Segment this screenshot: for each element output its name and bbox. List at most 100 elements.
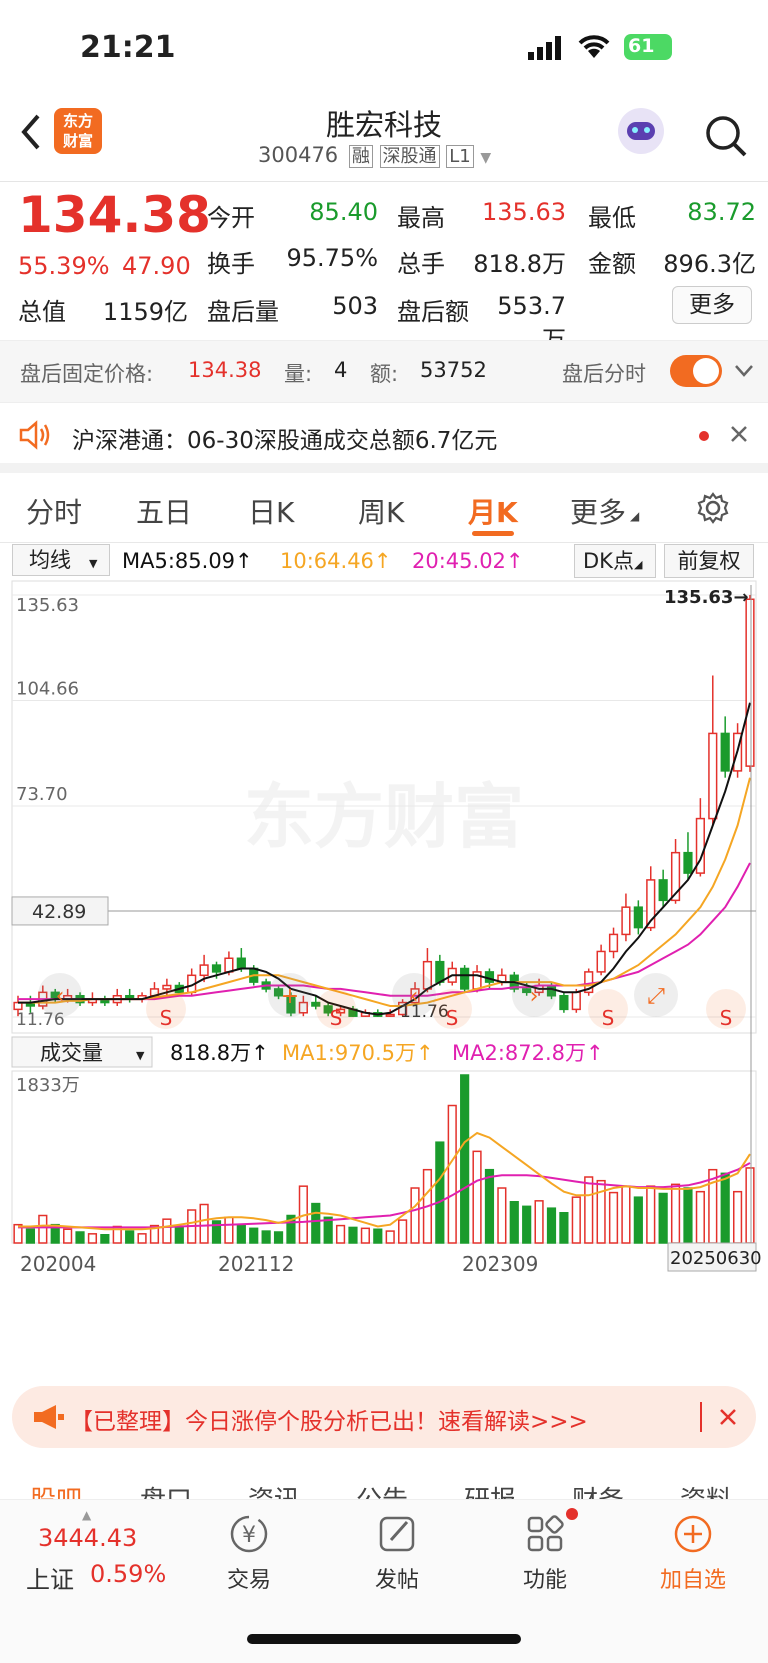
subtab-news[interactable]: 资讯	[248, 1480, 300, 1499]
caret-up-icon[interactable]: ▲	[82, 1508, 91, 1522]
megaphone-icon	[32, 1404, 66, 1434]
tab-five-day[interactable]: 五日	[136, 491, 192, 531]
subtab-finance[interactable]: 财务	[572, 1480, 624, 1499]
subtab-guba[interactable]: 股吧	[30, 1480, 82, 1499]
chevron-down-icon[interactable]	[734, 363, 754, 382]
price-axis-73: 73.70	[16, 784, 68, 805]
chart-nav-icon: ›	[530, 984, 539, 1009]
candle-body	[571, 991, 581, 1011]
current-price: 134.38	[18, 186, 211, 244]
tab-intraday[interactable]: 分时	[26, 491, 82, 531]
wifi-icon	[577, 34, 611, 64]
volume-bar	[472, 1150, 482, 1244]
volume-bar	[100, 1234, 110, 1244]
field-high-value: 135.63	[482, 198, 566, 226]
volume-bar	[273, 1231, 284, 1244]
candle-body	[211, 964, 222, 973]
price-axis-104: 104.66	[16, 679, 79, 700]
field-open-value: 85.40	[309, 198, 378, 226]
field-low-value: 83.72	[687, 198, 756, 226]
tab-monthly-k[interactable]: 月K	[468, 491, 518, 531]
volume-bar	[38, 1214, 48, 1244]
index-value: 3444.43	[38, 1524, 138, 1552]
search-icon[interactable]	[704, 114, 748, 162]
volume-bar	[497, 1187, 507, 1244]
candle-body	[720, 732, 730, 772]
subtab-research[interactable]: 研报	[464, 1480, 516, 1499]
volume-bar	[162, 1218, 172, 1244]
volume-bar	[236, 1223, 246, 1244]
volume-bar	[745, 1167, 755, 1244]
after-hours-amt: 53752	[420, 358, 487, 382]
promo-banner[interactable]: 【已整理】今日涨停个股分析已出！速看解读>>>	[12, 1386, 756, 1448]
volume-bar	[546, 1207, 557, 1244]
speaker-icon	[18, 420, 52, 454]
content-tabs: 股吧 盘口 资讯 公告 研报 财务 资料	[0, 1462, 768, 1500]
tab-weekly-k[interactable]: 周K	[358, 491, 404, 531]
volume-bar	[720, 1172, 730, 1244]
gear-icon[interactable]	[696, 491, 730, 529]
nav-post-label: 发帖	[374, 1568, 419, 1593]
notice-bar[interactable]: 沪深港通：06-30深股通成交总额6.7亿元	[0, 403, 768, 473]
notice-text: 沪深港通：06-30深股通成交总额6.7亿元	[72, 428, 498, 454]
x-label-2: 202112	[218, 1252, 294, 1276]
stock-header: 东方财富 胜宏科技 300476 融 深股通 L1 ▼	[0, 100, 768, 182]
dk-caret-icon: ◢	[633, 558, 643, 571]
volume-bar	[373, 1228, 383, 1244]
stock-code: 300476	[258, 143, 339, 167]
candle-body	[162, 984, 172, 990]
banner-close-icon[interactable]	[718, 1407, 738, 1431]
nav-functions[interactable]: 功能	[490, 1508, 600, 1594]
field-afterhours-vol-value: 503	[332, 292, 378, 320]
robot-assistant-icon[interactable]	[618, 108, 664, 154]
adjust-button[interactable]: 前复权	[664, 544, 754, 578]
change-amount: 47.90	[122, 252, 191, 280]
volume-bar	[398, 1219, 408, 1244]
nav-post[interactable]: 发帖	[342, 1512, 452, 1594]
volume-bar	[658, 1192, 668, 1244]
subtab-announcement[interactable]: 公告	[356, 1480, 408, 1499]
after-hours-toggle[interactable]	[670, 355, 722, 387]
after-hours-amt-label: 额:	[370, 362, 399, 386]
battery-icon: 61	[624, 34, 672, 60]
add-circle-icon	[674, 1515, 712, 1553]
candle-body	[224, 957, 234, 973]
volume-select-caret-icon: ▼	[136, 1049, 145, 1062]
nav-add-watchlist[interactable]: 加自选	[638, 1512, 748, 1594]
ma20-line	[18, 862, 751, 1001]
volume-bar	[311, 1202, 321, 1244]
indicator-label: 均线	[29, 548, 71, 572]
dk-button[interactable]: DK点◢	[574, 544, 656, 578]
status-time: 21:21	[80, 30, 176, 65]
candle-body	[633, 906, 643, 929]
ma5-value: MA5:85.09↑	[122, 549, 253, 573]
nav-trade-label: 交易	[226, 1568, 271, 1593]
nav-functions-dot	[566, 1508, 578, 1520]
close-icon[interactable]	[729, 424, 749, 448]
tab-daily-k[interactable]: 日K	[248, 491, 294, 531]
volume-bar	[646, 1185, 656, 1244]
subtab-profile[interactable]: 资料	[680, 1480, 732, 1499]
indicator-select[interactable]: 均线 ▼	[12, 544, 110, 576]
field-volume-value: 818.8万	[473, 250, 566, 278]
candle-body	[745, 598, 755, 767]
tag-shenguotong: 深股通	[379, 145, 440, 168]
subtab-pankou[interactable]: 盘口	[140, 1480, 192, 1499]
nav-trade[interactable]: ¥ 交易	[194, 1512, 304, 1594]
volume-bar	[348, 1226, 358, 1244]
kline-svg[interactable]: 东方财富135.63104.6673.7042.8911.76135.63→11…	[0, 579, 768, 1339]
volume-bar	[87, 1233, 98, 1244]
more-button[interactable]: 更多	[672, 286, 752, 324]
volume-bar	[571, 1196, 581, 1244]
quote-panel: 134.38 55.39% 47.90 今开 85.40 最高 135.63 最…	[0, 182, 768, 354]
battery-level: 61	[628, 35, 655, 57]
candle-body	[683, 851, 693, 874]
volume-bar	[584, 1176, 594, 1244]
field-amount-value: 896.3亿	[663, 250, 756, 278]
yuan-exchange-icon: ¥	[230, 1515, 268, 1553]
caret-down-icon[interactable]: ▼	[480, 150, 491, 166]
field-marketcap-value: 1159亿	[102, 298, 188, 326]
volume-bar	[224, 1216, 234, 1244]
tab-more[interactable]: 更多	[570, 491, 626, 531]
field-turnover-value: 95.75%	[286, 244, 378, 272]
